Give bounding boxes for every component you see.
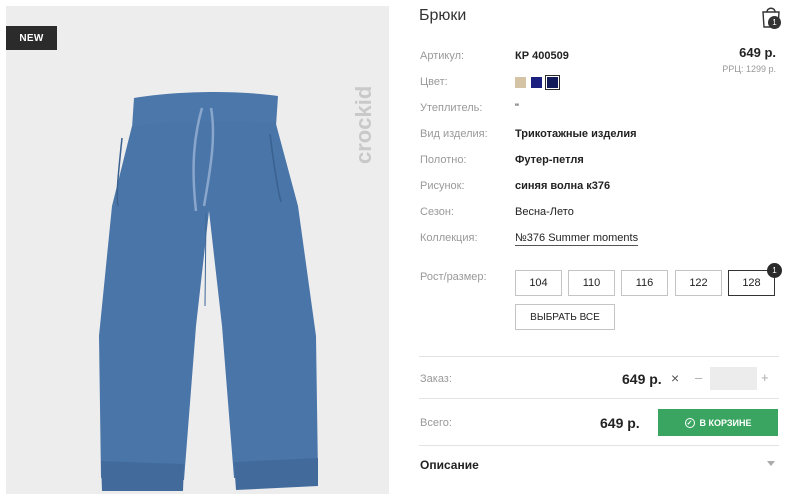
size-option-104[interactable]: 104 (515, 270, 562, 296)
decrease-qty-button[interactable]: – (695, 370, 702, 385)
size-label: Рост/размер: (420, 271, 487, 283)
detail-label: Вид изделия: (420, 128, 488, 140)
color-swatch-dark-navy[interactable] (545, 75, 560, 90)
detail-label: Сезон: (420, 206, 454, 218)
detail-value: синяя волна к376 (515, 180, 611, 192)
detail-label: Коллекция: (420, 232, 478, 244)
detail-label: Полотно: (420, 154, 467, 166)
total-price: 649 р. (600, 415, 640, 431)
collection-link[interactable]: №376 Summer moments (515, 232, 639, 246)
size-count-badge: 1 (767, 263, 782, 278)
detail-value: " (515, 102, 519, 114)
cart-count-badge: 1 (768, 16, 781, 29)
size-option-122[interactable]: 122 (675, 270, 722, 296)
in-cart-button[interactable]: ✓ В КОРЗИНЕ (658, 409, 778, 436)
pants-image (99, 92, 318, 491)
brand-logo-watermark: crockid (351, 86, 376, 164)
product-photo[interactable]: NEW crockid (6, 6, 389, 494)
detail-value: Весна-Лето (515, 206, 574, 218)
quantity-input[interactable] (710, 367, 757, 390)
rrp-price: РРЦ: 1299 р. (722, 64, 776, 74)
order-label: Заказ: (420, 373, 452, 385)
increase-qty-button[interactable]: + (761, 370, 769, 385)
divider (419, 445, 779, 446)
chevron-down-icon[interactable] (767, 461, 775, 466)
new-badge: NEW (6, 26, 57, 50)
check-icon: ✓ (684, 417, 695, 428)
detail-label: Рисунок: (420, 180, 465, 192)
in-cart-label: В КОРЗИНЕ (699, 417, 752, 428)
price: 649 р. (739, 45, 776, 60)
color-swatch-navy[interactable] (531, 77, 542, 88)
detail-value: Футер-петля (515, 154, 584, 166)
size-option-116[interactable]: 116 (621, 270, 668, 296)
detail-label: Утеплитель: (420, 102, 483, 114)
order-price: 649 р. (622, 371, 662, 387)
divider (419, 356, 779, 357)
total-label: Всего: (420, 417, 452, 429)
detail-value: КР 400509 (515, 50, 569, 62)
brand-watermark-text: crockid (351, 86, 376, 164)
product-title: Брюки (419, 7, 467, 24)
description-toggle[interactable]: Описание (420, 458, 479, 472)
divider (419, 398, 779, 399)
times-icon: × (671, 370, 680, 386)
detail-label: Цвет: (420, 76, 448, 88)
detail-label: Артикул: (420, 50, 465, 62)
color-swatch-beige[interactable] (515, 77, 526, 88)
detail-value: Трикотажные изделия (515, 128, 637, 140)
select-all-button[interactable]: ВЫБРАТЬ ВСЕ (515, 304, 615, 330)
size-option-110[interactable]: 110 (568, 270, 615, 296)
